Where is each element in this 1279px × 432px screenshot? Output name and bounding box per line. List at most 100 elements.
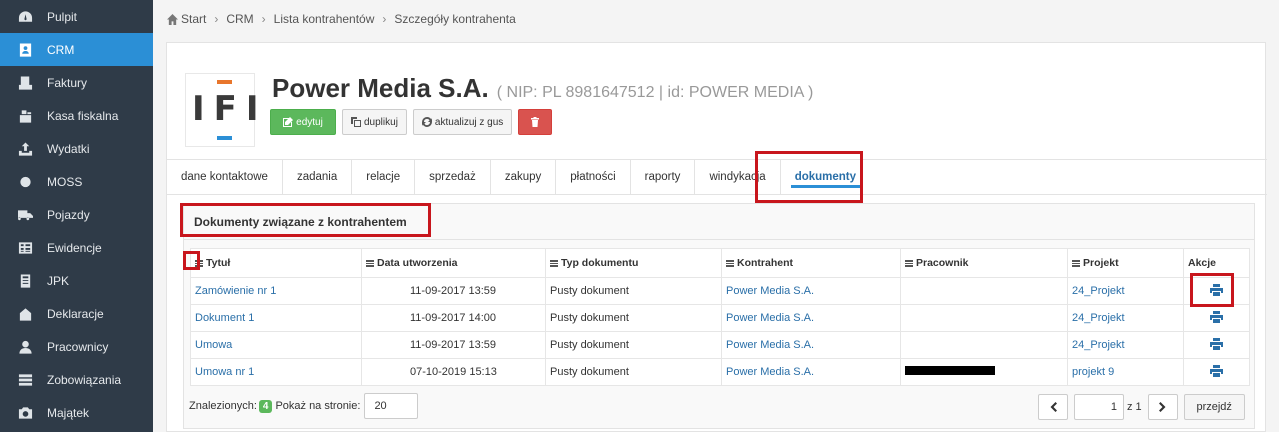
col-title[interactable]: Tytuł <box>190 248 362 278</box>
col-employee[interactable]: Pracownik <box>900 248 1068 278</box>
prev-page-button[interactable] <box>1038 394 1068 420</box>
sidebar-item-label: Wydatki <box>47 141 90 156</box>
update-gus-button[interactable]: aktualizuj z gus <box>412 109 513 135</box>
sidebar-item-pracownicy[interactable]: Pracownicy <box>0 330 153 363</box>
doc-employee <box>900 304 1068 332</box>
breadcrumb: Start › CRM › Lista kontrahentów › Szcze… <box>167 12 516 26</box>
sidebar-item-ewidencje[interactable]: Ewidencje <box>0 231 153 264</box>
company-title: Power Media S.A. ( NIP: PL 8981647512 | … <box>272 73 813 104</box>
sidebar-item-pulpit[interactable]: Pulpit <box>0 0 153 33</box>
col-contractor[interactable]: Kontrahent <box>721 248 901 278</box>
sidebar-item-label: Deklaracje <box>47 306 104 321</box>
highlight-box-sort <box>183 251 200 270</box>
breadcrumb-crm[interactable]: CRM <box>226 12 253 26</box>
doc-actions <box>1183 331 1250 359</box>
table-icon <box>17 241 33 255</box>
tab-dane-kontaktowe[interactable]: dane kontaktowe <box>167 160 283 194</box>
sidebar-item-zobowiazania[interactable]: Zobowiązania <box>0 363 153 396</box>
table-row: Umowa 11-09-2017 13:59 Pusty dokument Po… <box>190 331 1250 359</box>
breadcrumb-separator: › <box>214 12 219 26</box>
refresh-icon <box>421 117 432 127</box>
file-export-icon <box>17 273 33 288</box>
page-number-input[interactable]: 1 <box>1074 394 1124 420</box>
pagination-controls: 1 z 1 przejdź <box>1038 394 1245 420</box>
sidebar-item-wydatki[interactable]: Wydatki <box>0 132 153 165</box>
sidebar-item-faktury[interactable]: Faktury <box>0 66 153 99</box>
col-date[interactable]: Data utworzenia <box>361 248 546 278</box>
doc-employee <box>900 358 1068 386</box>
doc-actions <box>1183 304 1250 332</box>
print-icon[interactable] <box>1210 337 1223 350</box>
doc-type: Pusty dokument <box>545 331 722 359</box>
per-page-input[interactable]: 20 <box>364 393 419 419</box>
sidebar-item-jpk[interactable]: JPK <box>0 264 153 297</box>
doc-contractor-link[interactable]: Power Media S.A. <box>721 277 901 305</box>
next-page-button[interactable] <box>1147 394 1178 420</box>
doc-title-link[interactable]: Zamówienie nr 1 <box>190 277 362 305</box>
col-type[interactable]: Typ dokumentu <box>545 248 722 278</box>
documents-table: Tytuł Data utworzenia Typ dokumentu Kont… <box>190 248 1250 386</box>
doc-project-link[interactable]: projekt 9 <box>1067 358 1184 386</box>
doc-project-link[interactable]: 24_Projekt <box>1067 304 1184 332</box>
doc-type: Pusty dokument <box>545 277 722 305</box>
doc-title-link[interactable]: Umowa <box>190 331 362 359</box>
found-count-badge: 4 <box>258 399 273 413</box>
sidebar-item-pojazdy[interactable]: Pojazdy <box>0 198 153 231</box>
doc-title-link[interactable]: Dokument 1 <box>190 304 362 332</box>
col-project[interactable]: Projekt <box>1067 248 1184 278</box>
doc-project-link[interactable]: 24_Projekt <box>1067 277 1184 305</box>
breadcrumb-contractor-list[interactable]: Lista kontrahentów <box>274 12 375 26</box>
tab-zakupy[interactable]: zakupy <box>491 160 557 194</box>
chevron-right-icon <box>1159 402 1166 412</box>
pagination-info: Znalezionych: 4 Pokaż na stronie: 20 <box>189 393 419 419</box>
chevron-left-icon <box>1050 402 1057 412</box>
invoice-icon <box>17 75 33 90</box>
doc-contractor-link[interactable]: Power Media S.A. <box>721 358 901 386</box>
sidebar-item-crm[interactable]: CRM <box>0 33 153 66</box>
tab-bar: dane kontaktowe zadania relacje sprzedaż… <box>167 159 1267 195</box>
breadcrumb-start[interactable]: Start <box>181 12 206 26</box>
per-page-label: Pokaż na stronie: <box>275 400 361 412</box>
stack-icon <box>17 373 33 387</box>
doc-project-link[interactable]: 24_Projekt <box>1067 331 1184 359</box>
sidebar-item-majatek[interactable]: Majątek <box>0 396 153 429</box>
declaration-icon <box>17 307 33 321</box>
tab-relacje[interactable]: relacje <box>352 160 416 194</box>
upload-icon <box>17 141 33 156</box>
doc-date: 11-09-2017 14:00 <box>361 304 546 332</box>
sidebar-item-label: Pojazdy <box>47 207 90 222</box>
doc-title-link[interactable]: Umowa nr 1 <box>190 358 362 386</box>
dashboard-icon <box>17 10 33 24</box>
print-icon[interactable] <box>1210 364 1223 377</box>
breadcrumb-current: Szczegóły kontrahenta <box>394 12 516 26</box>
edit-button[interactable]: edytuj <box>270 109 336 135</box>
sidebar-item-deklaracje[interactable]: Deklaracje <box>0 297 153 330</box>
sidebar-item-label: MOSS <box>47 174 83 189</box>
tab-sprzedaz[interactable]: sprzedaż <box>415 160 491 194</box>
sidebar-item-moss[interactable]: MOSS <box>0 165 153 198</box>
doc-date: 11-09-2017 13:59 <box>361 331 546 359</box>
delete-button[interactable] <box>518 109 553 135</box>
sidebar-item-label: Majątek <box>47 405 90 420</box>
trash-icon <box>531 117 540 127</box>
tab-zadania[interactable]: zadania <box>283 160 353 194</box>
circle-icon <box>17 175 33 189</box>
redacted-bar <box>905 366 995 375</box>
table-row: Dokument 1 11-09-2017 14:00 Pusty dokume… <box>190 304 1250 332</box>
tab-platnosci[interactable]: płatności <box>556 160 631 194</box>
print-icon[interactable] <box>1210 310 1223 323</box>
duplicate-button[interactable]: duplikuj <box>342 109 407 135</box>
sidebar-item-label: Pracownicy <box>47 339 109 354</box>
tab-raporty[interactable]: raporty <box>631 160 696 194</box>
sidebar-item-kasa-fiskalna[interactable]: Kasa fiskalna <box>0 99 153 132</box>
action-buttons: edytuj duplikuj aktualizuj z gus <box>270 109 558 135</box>
sidebar-item-label: Zobowiązania <box>47 372 122 387</box>
contractor-card: IFI Power Media S.A. ( NIP: PL 898164751… <box>166 42 1267 432</box>
doc-contractor-link[interactable]: Power Media S.A. <box>721 331 901 359</box>
doc-contractor-link[interactable]: Power Media S.A. <box>721 304 901 332</box>
highlight-box-tab <box>755 151 863 203</box>
sidebar: Pulpit CRM Faktury Kasa fiskalna Wydatki… <box>0 0 153 432</box>
go-to-page-button[interactable]: przejdź <box>1183 394 1245 420</box>
cash-register-icon <box>17 109 33 123</box>
camera-icon <box>17 406 33 420</box>
